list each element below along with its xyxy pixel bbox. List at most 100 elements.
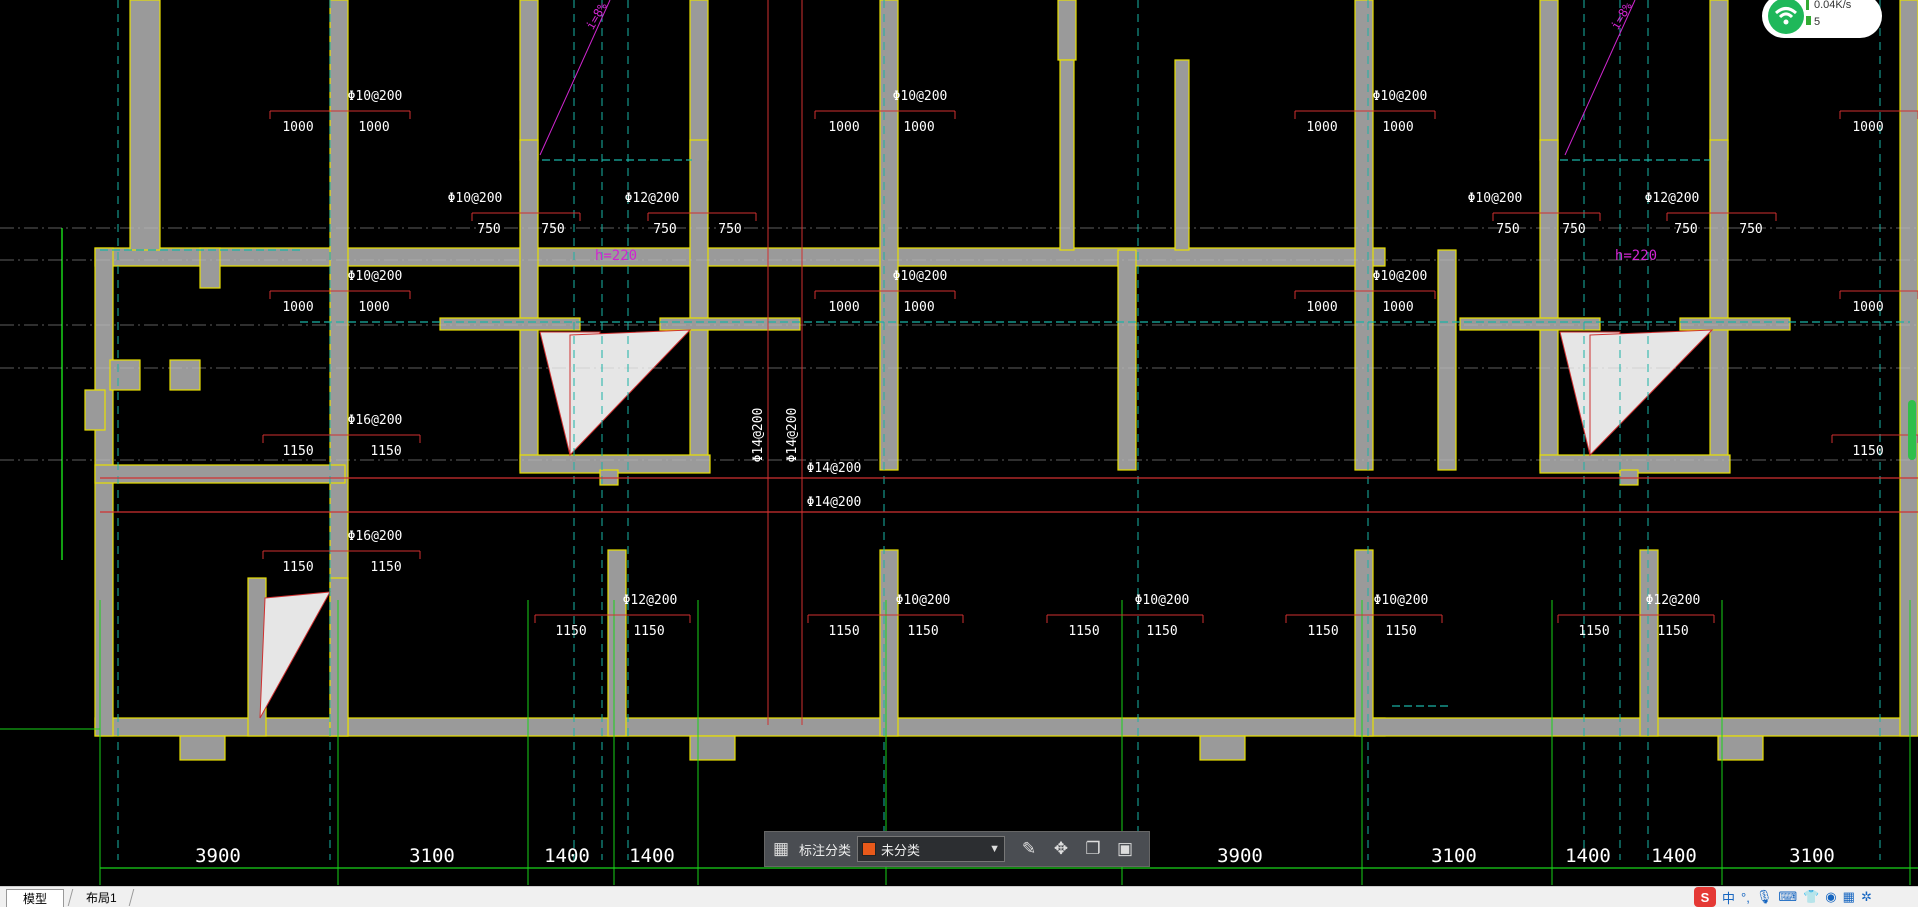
spacing-label: 1150 (555, 624, 586, 639)
wall-segment (94, 464, 346, 484)
wall-segment (659, 317, 801, 331)
wall-segment (1199, 735, 1246, 761)
wall-segment (1059, 59, 1075, 251)
wall-segment (1639, 549, 1659, 737)
game-icon[interactable]: ◉ (1825, 889, 1836, 905)
layout-tab-bar: 模型 布局1 S 中 °, 🎙 ⌨ 👕 ◉ ▦ ✲ (0, 886, 1918, 907)
spacing-label: 1150 (1578, 624, 1609, 639)
annotation-category-label: 标注分类 (799, 842, 852, 858)
spacing-label: 1000 (1306, 120, 1337, 135)
rebar-label: Φ10@200 (1135, 593, 1190, 608)
annotation-category-select[interactable]: 未分类 ▼ (857, 836, 1006, 862)
cad-drawing-canvas[interactable]: Φ10@200 1000 1000 Φ10@200 1000 1000 Φ10@200 100… (0, 0, 1918, 906)
wall-segment (1717, 735, 1764, 761)
wall-segment (1679, 317, 1791, 331)
wall-segment (439, 317, 581, 331)
axis-dimension-label: 3100 (409, 845, 455, 867)
wifi-icon (1768, 0, 1804, 34)
copy-icon[interactable]: ❐ (1080, 836, 1106, 862)
wall-segment (689, 0, 709, 161)
spacing-label: 750 (541, 222, 564, 237)
mic-icon[interactable]: 🎙 (1756, 889, 1773, 905)
wall-segment (94, 247, 1386, 267)
rebar-label: Φ10@200 (348, 269, 403, 284)
edit-icon[interactable]: ✎ (1016, 836, 1042, 862)
shirt-icon[interactable]: 👕 (1803, 889, 1819, 905)
wall-segment (607, 549, 627, 737)
wall-segment (1539, 0, 1559, 161)
ramp-slope-label: i=8% (1608, 0, 1635, 32)
system-tray: S 中 °, 🎙 ⌨ 👕 ◉ ▦ ✲ (1694, 887, 1872, 907)
ramp-shape (259, 591, 331, 719)
keyboard-icon[interactable]: ⌨ (1778, 889, 1797, 905)
network-speed: 0.04K/s (1814, 0, 1852, 11)
spacing-label: 1000 (903, 120, 934, 135)
annotation-toolbar: ▦ 标注分类 未分类 ▼ ✎ ✥ ❐ ▣ (764, 831, 1150, 867)
grid-icon[interactable]: ▦ (768, 836, 794, 862)
rebar-label: Φ10@200 (893, 89, 948, 104)
rebar-label: Φ14@200 (807, 461, 862, 476)
rebar-label: Φ16@200 (348, 413, 403, 428)
rebar-label: Φ10@200 (1373, 269, 1428, 284)
rebar-label: Φ14@200 (751, 408, 766, 463)
rebar-label: Φ14@200 (807, 495, 862, 510)
spacing-label: 1150 (370, 560, 401, 575)
spacing-label: 1150 (282, 560, 313, 575)
tab-model[interactable]: 模型 (6, 889, 64, 907)
axis-dimension-label: 1400 (629, 845, 675, 867)
spacing-label: 1000 (828, 120, 859, 135)
wall-segment (109, 359, 141, 391)
rebar-label: Φ16@200 (348, 529, 403, 544)
spacing-label: 750 (477, 222, 500, 237)
axis-dimension-label: 1400 (544, 845, 590, 867)
spacing-label: 1000 (1382, 120, 1413, 135)
wall-segment (1709, 0, 1729, 161)
wall-segment (1539, 139, 1559, 471)
axis-dimension-label: 1400 (1565, 845, 1611, 867)
spacing-label: 1150 (1852, 444, 1883, 459)
ime-logo-icon[interactable]: S (1694, 887, 1716, 907)
axis-dimension-label: 3100 (1789, 845, 1835, 867)
wall-segment (1459, 317, 1601, 331)
ime-mode[interactable]: 中 (1722, 888, 1735, 907)
rebar-label: Φ10@200 (448, 191, 503, 206)
rebar-label: Φ10@200 (1468, 191, 1523, 206)
wall-segment (1354, 549, 1374, 737)
spacing-label: 1000 (282, 120, 313, 135)
grid-icon[interactable]: ▦ (1843, 889, 1855, 905)
punct-icon[interactable]: °, (1741, 890, 1750, 905)
paste-icon[interactable]: ▣ (1112, 836, 1138, 862)
wall-segment (94, 247, 114, 737)
chevron-down-icon: ▼ (989, 843, 1001, 855)
spacing-label: 1150 (633, 624, 664, 639)
spacing-label: 1000 (1382, 300, 1413, 315)
spacing-label: 1000 (358, 120, 389, 135)
rebar-label: Φ10@200 (893, 269, 948, 284)
wall-segment (94, 717, 1386, 737)
rebar-label: Φ10@200 (348, 89, 403, 104)
height-label: h=220 (1615, 248, 1657, 264)
tab-layout1[interactable]: 布局1 (67, 889, 135, 906)
spacing-label: 1150 (1307, 624, 1338, 639)
category-color-swatch (862, 842, 877, 856)
spacing-label: 1000 (1852, 300, 1883, 315)
spacing-label: 1150 (282, 444, 313, 459)
wall-segment (199, 247, 221, 289)
wall-segment (689, 139, 709, 471)
settings-icon[interactable]: ✲ (1861, 889, 1872, 905)
spacing-label: 750 (653, 222, 676, 237)
spacing-label: 1150 (1068, 624, 1099, 639)
spacing-label: 1150 (1657, 624, 1688, 639)
wall-segment (169, 359, 201, 391)
spacing-label: 750 (1674, 222, 1697, 237)
move-icon[interactable]: ✥ (1048, 836, 1074, 862)
side-scroll-handle[interactable] (1908, 400, 1916, 460)
spacing-label: 1150 (1146, 624, 1177, 639)
network-widget[interactable]: 0.04K/s 5 (1762, 0, 1882, 38)
axis-dimension-label: 3900 (195, 845, 241, 867)
ramp-shape (1589, 329, 1714, 457)
spacing-label: 1150 (1385, 624, 1416, 639)
wall-segment (1437, 249, 1457, 471)
wall-segment (329, 577, 349, 737)
tab-model-label: 模型 (22, 892, 47, 906)
